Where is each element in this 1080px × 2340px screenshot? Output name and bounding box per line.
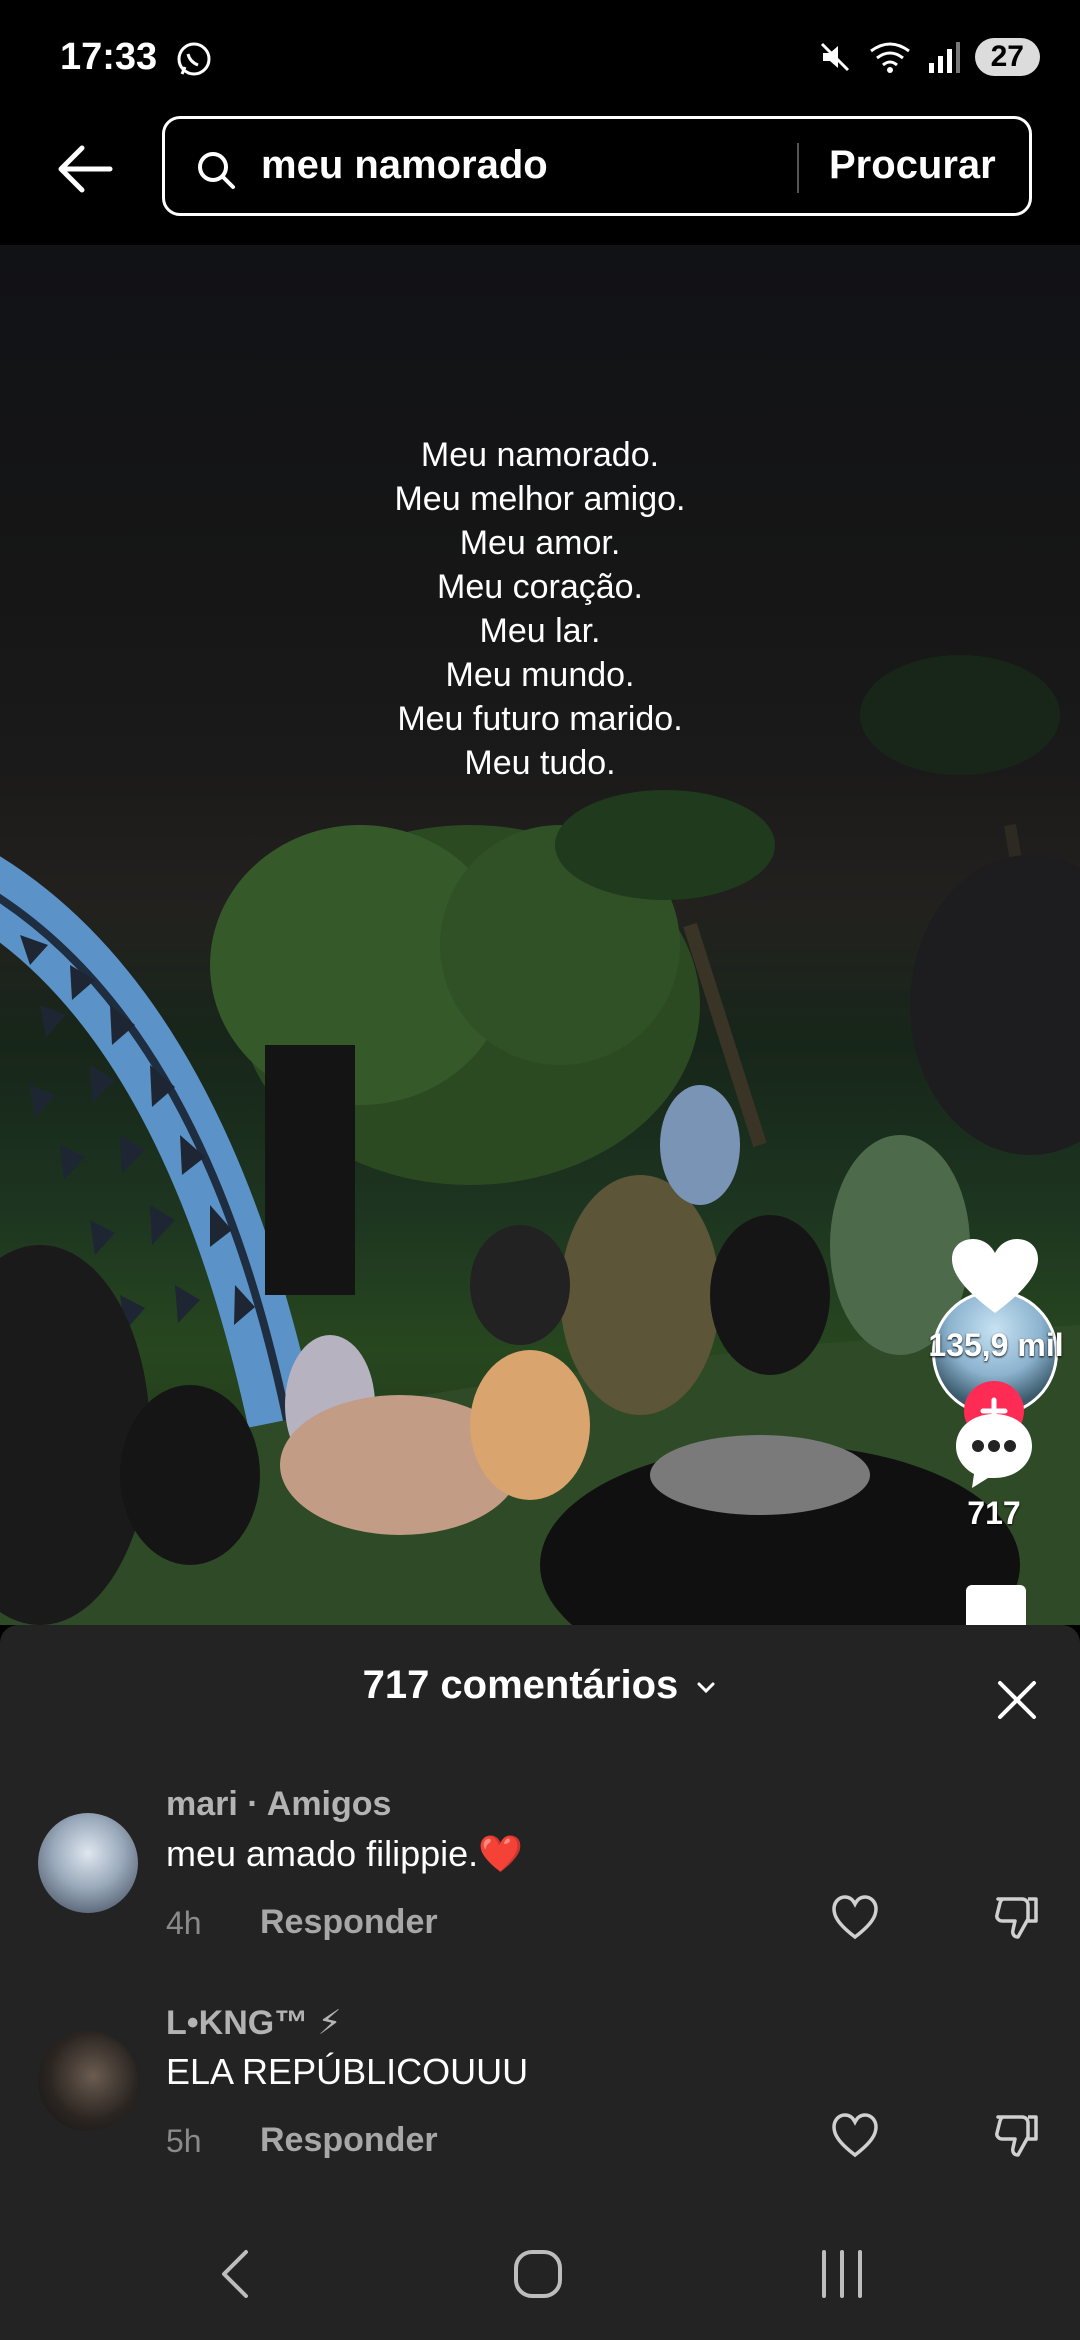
comment-item: mari · Amigos meu amado filippie.❤️ 4h R… xyxy=(0,1773,1080,1973)
comments-header[interactable]: 717 comentários xyxy=(0,1663,1080,1708)
nav-back-icon[interactable] xyxy=(208,2244,268,2304)
system-nav-bar xyxy=(0,2200,1080,2340)
search-query[interactable]: meu namorado xyxy=(261,143,548,188)
avatar[interactable] xyxy=(38,2031,138,2131)
status-icons: 27 xyxy=(817,38,1040,76)
status-bar: 17:33 27 xyxy=(0,0,1080,110)
caption-line: Meu amor. xyxy=(459,524,621,562)
search-icon xyxy=(198,152,235,189)
caption-line: Meu lar. xyxy=(479,612,601,650)
search-button[interactable]: Procurar xyxy=(829,143,996,188)
caption-line: Meu mundo. xyxy=(445,656,635,694)
back-arrow-icon[interactable] xyxy=(52,136,118,202)
video-caption: Meu namorado. Meu melhor amigo. Meu amor… xyxy=(0,433,1080,785)
comment-body: meu amado filippie. xyxy=(166,1833,479,1874)
caption-line: Meu futuro marido. xyxy=(397,700,683,738)
comment-text: ELA REPÚBLICOUUU xyxy=(166,2051,529,2092)
status-time: 17:33 xyxy=(60,36,158,78)
bookmark-icon[interactable] xyxy=(966,1585,1026,1625)
comment-item: L•KNG™ ⚡ ELA REPÚBLICOUUU 5h Responder xyxy=(0,1991,1080,2191)
nav-home-icon[interactable] xyxy=(508,2244,568,2304)
comments-title: 717 comentários xyxy=(362,1663,679,1707)
comment-time: 4h xyxy=(166,1905,202,1941)
search-input[interactable]: meu namorado Procurar xyxy=(162,116,1032,216)
search-divider xyxy=(797,143,799,193)
caption-line: Meu namorado. xyxy=(420,436,660,474)
video-player[interactable]: Meu namorado. Meu melhor amigo. Meu amor… xyxy=(0,245,1080,1625)
whatsapp-icon xyxy=(177,42,211,76)
wifi-icon xyxy=(869,42,910,73)
caption-line: Meu melhor amigo. xyxy=(394,480,686,518)
dislike-icon[interactable] xyxy=(992,1893,1042,1943)
avatar[interactable] xyxy=(38,1813,138,1913)
mute-icon xyxy=(820,42,849,72)
likes-count: 135,9 mil xyxy=(928,1327,1064,1363)
dislike-icon[interactable] xyxy=(992,2111,1042,2161)
chevron-down-icon xyxy=(697,1682,715,1694)
signal-icon xyxy=(928,42,960,73)
nav-recents-icon[interactable] xyxy=(812,2244,872,2304)
comment-username[interactable]: mari · Amigos xyxy=(166,1785,391,1824)
like-icon[interactable] xyxy=(830,2111,880,2161)
heart-icon[interactable] xyxy=(950,1237,1040,1317)
comments-count: 717 xyxy=(967,1495,1021,1531)
reply-button[interactable]: Responder xyxy=(260,1903,438,1942)
heart-emoji: ❤️ xyxy=(478,1833,523,1874)
comment-icon[interactable] xyxy=(952,1410,1036,1490)
comment-text: meu amado filippie.❤️ xyxy=(166,1833,523,1875)
close-icon[interactable] xyxy=(994,1677,1040,1723)
battery-level: 27 xyxy=(974,38,1040,76)
caption-line: Meu tudo. xyxy=(464,744,616,782)
reply-button[interactable]: Responder xyxy=(260,2121,438,2160)
comment-time: 5h xyxy=(166,2123,202,2159)
caption-line: Meu coração. xyxy=(437,568,643,606)
like-icon[interactable] xyxy=(830,1893,880,1943)
search-header: meu namorado Procurar xyxy=(0,110,1080,245)
comment-username[interactable]: L•KNG™ ⚡ xyxy=(166,2003,342,2043)
